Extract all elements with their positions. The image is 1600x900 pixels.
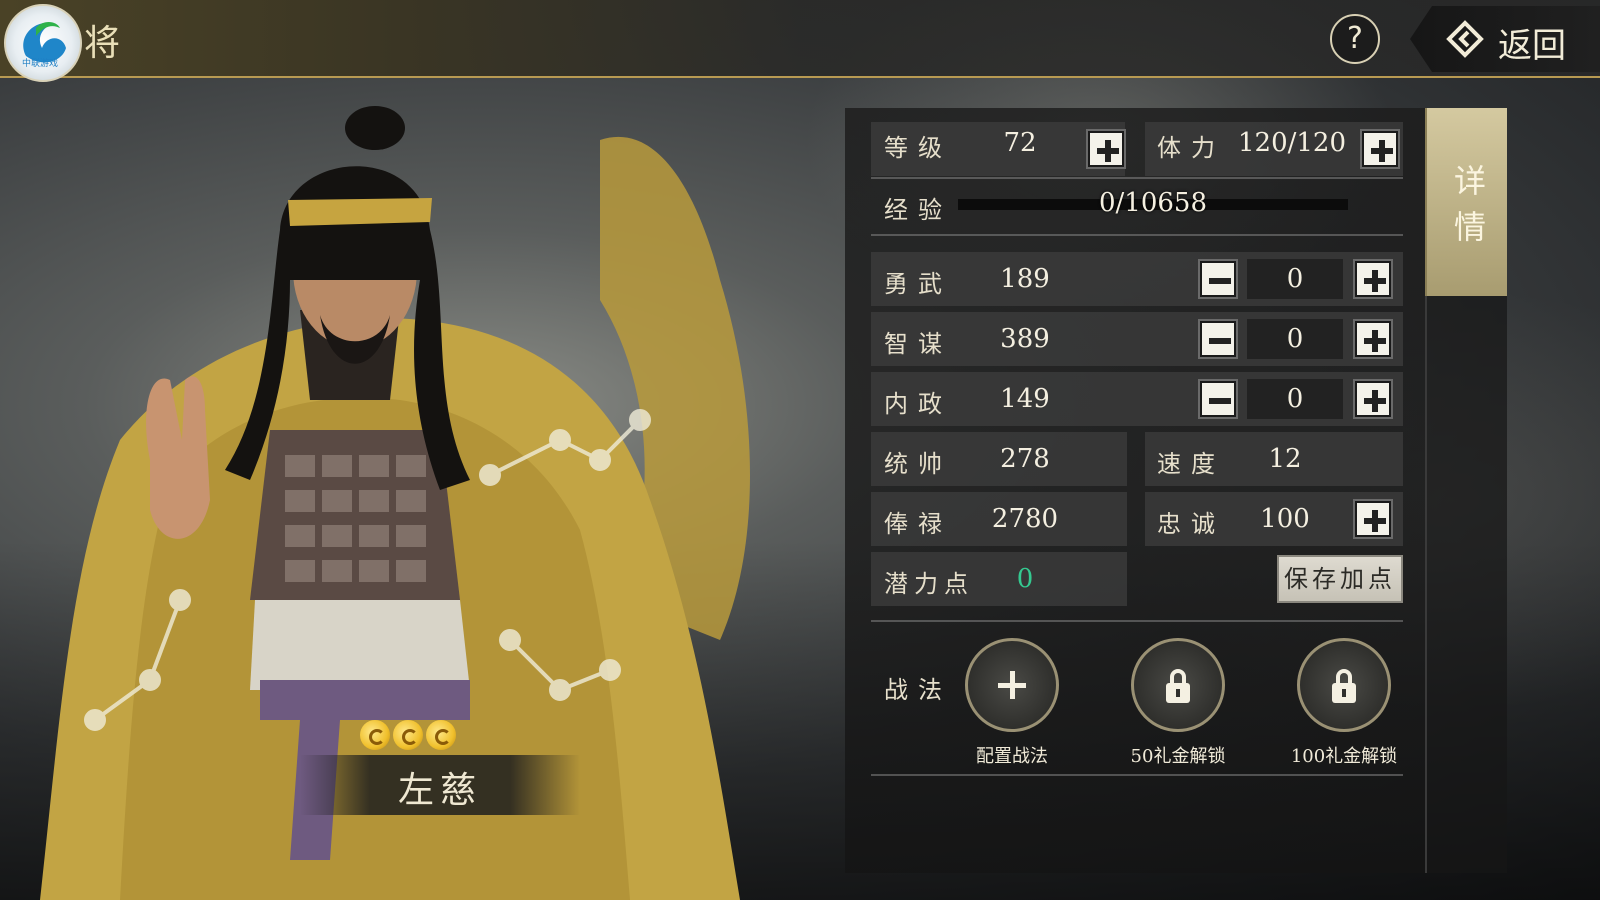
strategy-added-input[interactable]: 0 <box>1247 319 1343 359</box>
star-icon <box>393 720 423 750</box>
level-value: 72 <box>1003 128 1037 158</box>
divider <box>871 234 1403 236</box>
tactics-label: 战法 <box>884 676 952 704</box>
speed-value: 12 <box>1268 444 1302 474</box>
stamina-add-button[interactable] <box>1362 131 1398 167</box>
valor-value: 189 <box>1000 264 1050 294</box>
page-title: 将 <box>84 23 123 64</box>
help-button[interactable]: ? <box>1330 14 1380 64</box>
command-label: 统帅 <box>884 450 952 478</box>
divider <box>871 177 1403 179</box>
potential-value: 0 <box>1016 564 1034 594</box>
politics-minus-button[interactable] <box>1200 381 1236 417</box>
loyalty-label: 忠诚 <box>1157 510 1225 538</box>
level-up-button[interactable] <box>1088 131 1124 167</box>
save-points-button[interactable]: 保存加点 <box>1277 555 1403 603</box>
salary-value: 2780 <box>991 504 1059 534</box>
politics-added-input[interactable]: 0 <box>1247 379 1343 419</box>
back-arrow-icon <box>1446 20 1484 58</box>
divider <box>871 620 1403 622</box>
politics-label: 内政 <box>884 390 952 418</box>
general-name-plate: 左慈 <box>300 755 580 815</box>
tactic-slot-label: 50礼金解锁 <box>1130 746 1226 767</box>
experience-value: 0/10658 <box>1098 188 1207 218</box>
experience-label: 经验 <box>884 196 952 224</box>
unlock-tactic-slot-100-button[interactable] <box>1297 638 1391 732</box>
level-label: 等级 <box>884 134 952 162</box>
politics-value: 149 <box>1000 384 1050 414</box>
star-icon <box>360 720 390 750</box>
divider <box>871 774 1403 776</box>
game-logo: 中联游戏 <box>4 4 82 82</box>
strategy-value: 389 <box>1000 324 1050 354</box>
side-rail <box>1425 296 1507 873</box>
tab-details-label: 详情 <box>1453 162 1486 246</box>
salary-label: 俸禄 <box>884 510 952 538</box>
tactic-slot-label: 配置战法 <box>976 746 1048 767</box>
tab-details[interactable]: 详情 <box>1425 108 1507 296</box>
valor-added-input[interactable]: 0 <box>1247 259 1343 299</box>
loyalty-add-button[interactable] <box>1355 501 1391 537</box>
valor-minus-button[interactable] <box>1200 261 1236 297</box>
loyalty-value: 100 <box>1260 504 1310 534</box>
stamina-label: 体力 <box>1157 134 1225 162</box>
potential-label: 潜力点 <box>884 570 974 598</box>
tactic-slot-label: 100礼金解锁 <box>1290 746 1398 767</box>
logo-text: 中联游戏 <box>22 59 59 69</box>
command-value: 278 <box>1000 444 1050 474</box>
valor-plus-button[interactable] <box>1355 261 1391 297</box>
star-icon <box>426 720 456 750</box>
stamina-value: 120/120 <box>1237 128 1346 158</box>
back-label: 返回 <box>1498 26 1566 66</box>
unlock-tactic-slot-50-button[interactable] <box>1131 638 1225 732</box>
valor-label: 勇武 <box>884 270 952 298</box>
strategy-minus-button[interactable] <box>1200 321 1236 357</box>
back-button[interactable]: 返回 <box>1410 6 1600 72</box>
strategy-label: 智谋 <box>884 330 952 358</box>
configure-tactic-button[interactable] <box>965 638 1059 732</box>
politics-plus-button[interactable] <box>1355 381 1391 417</box>
general-name: 左慈 <box>397 770 482 811</box>
strategy-plus-button[interactable] <box>1355 321 1391 357</box>
speed-label: 速度 <box>1157 450 1225 478</box>
